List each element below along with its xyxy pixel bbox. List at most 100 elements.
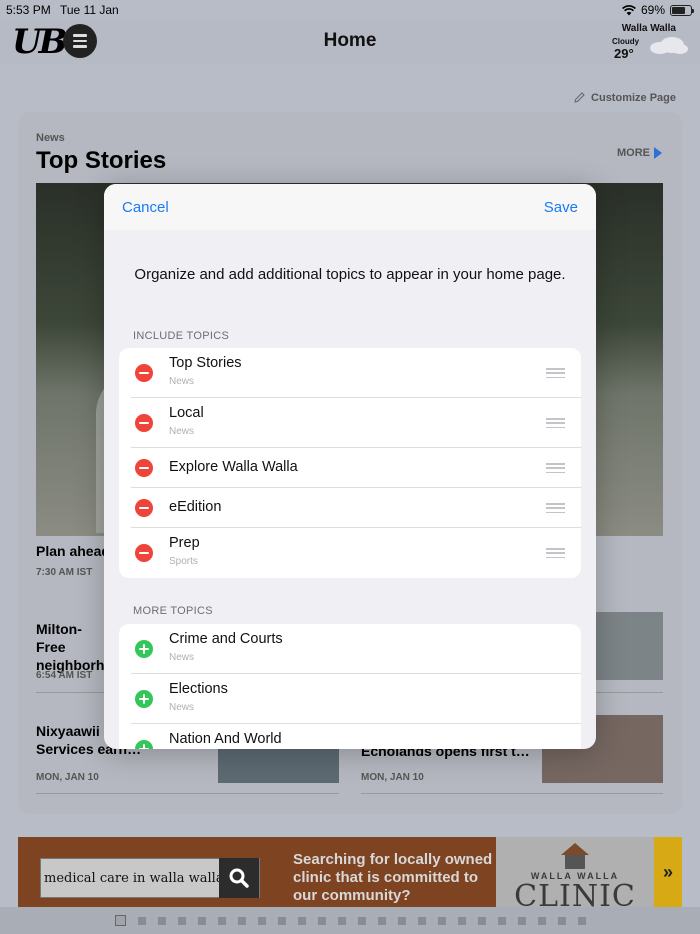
- remove-icon[interactable]: [135, 459, 153, 477]
- more-link[interactable]: MORE: [617, 147, 662, 159]
- remove-icon[interactable]: [135, 499, 153, 517]
- page-dot[interactable]: [357, 916, 366, 925]
- story-title[interactable]: Plan ahead: [36, 542, 110, 560]
- save-button[interactable]: Save: [544, 199, 578, 216]
- page-dot[interactable]: [577, 916, 586, 925]
- add-icon[interactable]: [135, 690, 153, 708]
- page-dot[interactable]: [477, 916, 486, 925]
- page-dot[interactable]: [457, 916, 466, 925]
- modal-intro: Organize and add additional topics to ap…: [134, 266, 566, 283]
- page-dot[interactable]: [377, 916, 386, 925]
- page-dot[interactable]: [397, 916, 406, 925]
- page-dot[interactable]: [237, 916, 246, 925]
- page-indicator[interactable]: [0, 907, 700, 934]
- page-dot[interactable]: [497, 916, 506, 925]
- ad-brand: WALLA WALLA CLINIC: [496, 837, 654, 907]
- cancel-button[interactable]: Cancel: [122, 199, 169, 216]
- page-dot[interactable]: [257, 916, 266, 925]
- story-time: MON, JAN 10: [361, 772, 424, 783]
- weather-condition: Cloudy: [612, 37, 640, 46]
- more-label: MORE: [617, 147, 650, 159]
- clinic-logo-icon: [561, 843, 589, 869]
- add-icon[interactable]: [135, 640, 153, 658]
- pencil-icon: [574, 92, 585, 103]
- page-dot[interactable]: [517, 916, 526, 925]
- story-thumbnail[interactable]: [218, 749, 339, 783]
- topic-row-crime-and-courts[interactable]: Crime and Courts News: [131, 624, 581, 674]
- ad-search-text: medical care in walla walla: [44, 870, 219, 886]
- topic-title: Prep: [169, 535, 200, 551]
- status-right: 69%: [622, 3, 694, 17]
- drag-handle-icon[interactable]: [546, 463, 565, 473]
- drag-handle-icon[interactable]: [546, 503, 565, 513]
- weather-widget[interactable]: Walla Walla Cloudy 29°: [610, 23, 688, 61]
- status-date: Tue 11 Jan: [60, 3, 119, 17]
- battery-percent: 69%: [640, 3, 665, 17]
- customize-topics-modal: Cancel Save Organize and add additional …: [104, 184, 596, 749]
- story-title[interactable]: Milton-Free neighborhood: [36, 620, 106, 674]
- page-dot[interactable]: [277, 916, 286, 925]
- topic-row-prep[interactable]: Prep Sports: [131, 528, 581, 578]
- page-dot[interactable]: [337, 916, 346, 925]
- topic-title: Elections: [169, 681, 228, 697]
- page-title: Home: [323, 30, 377, 51]
- search-icon: [219, 858, 259, 898]
- divider: [36, 793, 339, 794]
- story-thumbnail[interactable]: [595, 612, 663, 680]
- modal-nav-bar: Cancel Save: [104, 184, 596, 230]
- remove-icon[interactable]: [135, 414, 153, 432]
- topic-row-top-stories[interactable]: Top Stories News: [131, 348, 581, 398]
- status-bar: 5:53 PM Tue 11 Jan 69%: [0, 0, 700, 20]
- page-dot[interactable]: [157, 916, 166, 925]
- topic-row-explore-walla-walla[interactable]: Explore Walla Walla: [131, 448, 581, 488]
- story-time: 6:54 AM IST: [36, 670, 93, 681]
- topic-subtitle: News: [169, 426, 195, 437]
- drag-handle-icon[interactable]: [546, 548, 565, 558]
- wifi-icon: [622, 4, 636, 15]
- page-dot[interactable]: [297, 916, 306, 925]
- page-dot[interactable]: [197, 916, 206, 925]
- story-time: MON, JAN 10: [36, 772, 99, 783]
- page-dot[interactable]: [217, 916, 226, 925]
- app-header: UB Home Walla Walla Cloudy 29°: [0, 20, 700, 64]
- customize-page-link[interactable]: Customize Page: [573, 91, 676, 104]
- topic-title: Nation And World: [169, 731, 282, 747]
- page-dot[interactable]: [537, 916, 546, 925]
- topic-title: Crime and Courts: [169, 631, 283, 647]
- topic-row-local[interactable]: Local News: [131, 398, 581, 448]
- ad-arrow-icon[interactable]: »: [654, 837, 682, 907]
- more-topics-label: MORE TOPICS: [133, 605, 213, 617]
- card-heading[interactable]: Top Stories: [36, 147, 166, 175]
- status-time: 5:53 PM: [6, 3, 51, 17]
- page-dot[interactable]: [177, 916, 186, 925]
- weather-city: Walla Walla: [621, 23, 676, 34]
- divider: [361, 793, 663, 794]
- page-dot[interactable]: [437, 916, 446, 925]
- drag-handle-icon[interactable]: [546, 368, 565, 378]
- ad-search-box: medical care in walla walla: [40, 858, 260, 898]
- topic-title: Explore Walla Walla: [169, 459, 298, 475]
- more-topics-list: Crime and Courts News Elections News Nat…: [119, 624, 581, 749]
- topic-row-nation-and-world[interactable]: Nation And World: [131, 724, 581, 749]
- topic-row-elections[interactable]: Elections News: [131, 674, 581, 724]
- weather-temp: 29°: [614, 46, 634, 61]
- topic-subtitle: Sports: [169, 556, 198, 567]
- page-dot[interactable]: [417, 916, 426, 925]
- remove-icon[interactable]: [135, 364, 153, 382]
- play-arrow-icon: [654, 147, 662, 159]
- page-dot[interactable]: [557, 916, 566, 925]
- ad-tagline: Searching for locally owned clinic that …: [293, 851, 493, 904]
- page-dot[interactable]: [114, 915, 126, 926]
- drag-handle-icon[interactable]: [546, 418, 565, 428]
- customize-label: Customize Page: [591, 91, 676, 104]
- cloud-icon: [650, 37, 688, 54]
- ad-brand-big: CLINIC: [514, 879, 636, 907]
- page-dot[interactable]: [137, 916, 146, 925]
- topic-row-eedition[interactable]: eEdition: [131, 488, 581, 528]
- topic-subtitle: News: [169, 376, 195, 387]
- ad-banner[interactable]: medical care in walla walla Searching fo…: [18, 837, 682, 907]
- topic-title: Local: [169, 405, 204, 421]
- remove-icon[interactable]: [135, 544, 153, 562]
- page-dot[interactable]: [317, 916, 326, 925]
- add-icon[interactable]: [135, 740, 153, 749]
